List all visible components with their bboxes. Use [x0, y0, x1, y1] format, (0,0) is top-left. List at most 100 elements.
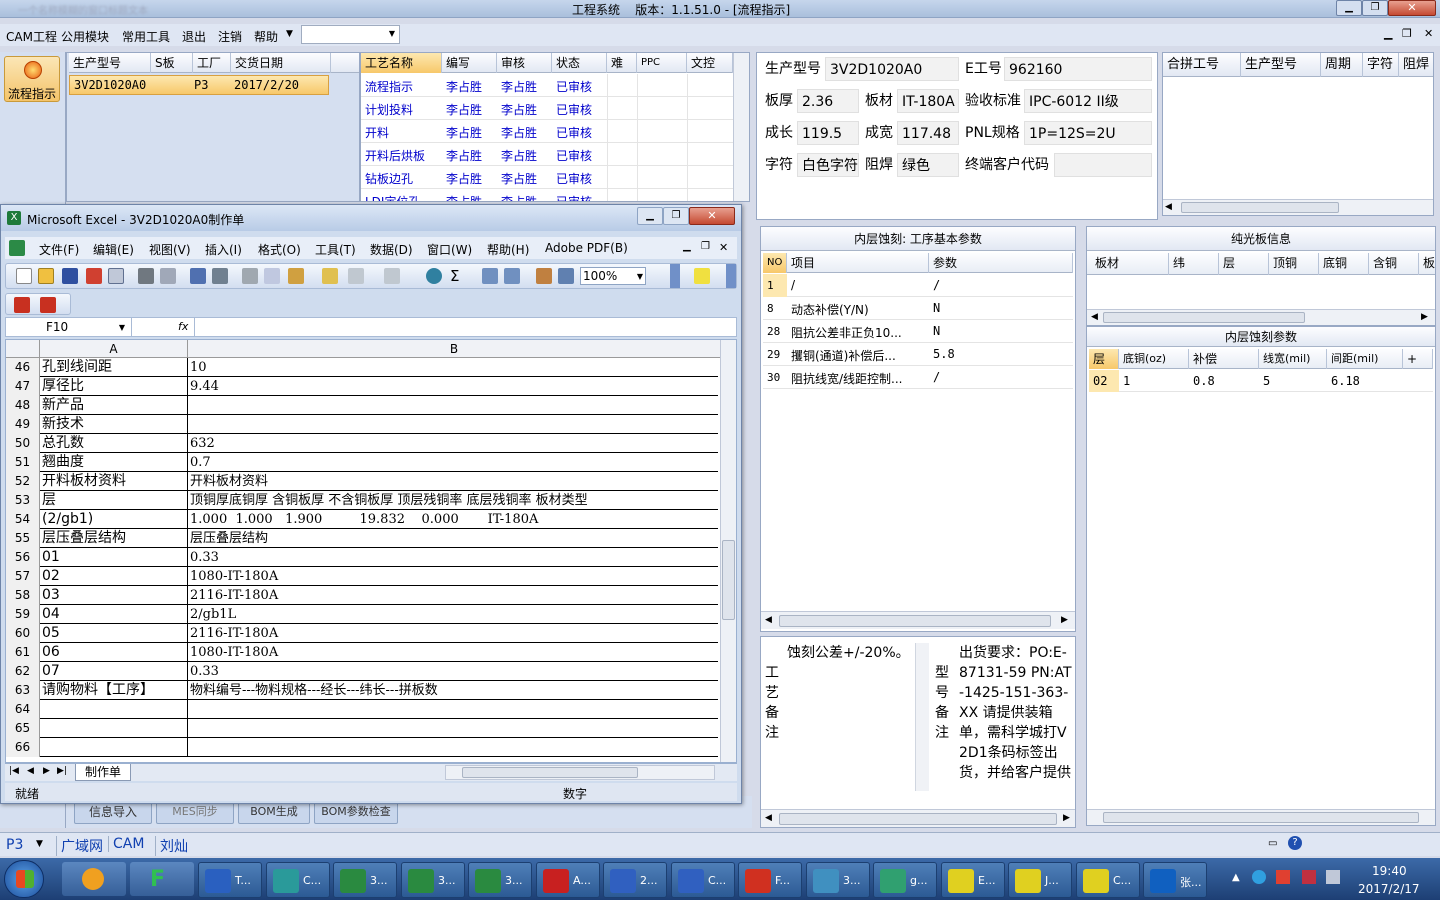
sheet-row[interactable]: 51 翘曲度 0.7: [6, 453, 718, 472]
cut-icon[interactable]: [242, 268, 258, 284]
col-with-copper[interactable]: 含铜: [1369, 253, 1419, 275]
col-process-name[interactable]: 工艺名称: [361, 53, 442, 73]
inner-etch-row[interactable]: 02 1 0.8 5 6.18: [1089, 370, 1433, 392]
excel-menu-edit[interactable]: 编辑(E): [93, 241, 134, 258]
open-icon[interactable]: [38, 268, 54, 284]
cell-b[interactable]: 2116-IT-180A: [188, 624, 718, 643]
toolbar-options-button[interactable]: [670, 264, 680, 288]
row-number[interactable]: 50: [6, 434, 40, 453]
col-top-copper[interactable]: 顶铜: [1269, 253, 1319, 275]
cell-a[interactable]: 层压叠层结构: [40, 529, 188, 548]
taskbar-button[interactable]: C...: [1076, 862, 1140, 898]
chart-wizard-icon[interactable]: [536, 268, 552, 284]
process-notes-text[interactable]: 蚀刻公差+/-20%。: [787, 643, 927, 791]
cell-a[interactable]: 04: [40, 605, 188, 624]
cell-a[interactable]: [40, 700, 188, 719]
row-number[interactable]: 59: [6, 605, 40, 624]
save-icon[interactable]: [62, 268, 78, 284]
excel-close-button[interactable]: ✕: [689, 207, 735, 225]
scroll-right-icon[interactable]: ▶: [1421, 312, 1428, 322]
row-number[interactable]: 58: [6, 586, 40, 605]
length-field[interactable]: 119.5: [797, 121, 859, 145]
sheet-row[interactable]: 50 总孔数 632: [6, 434, 718, 453]
col-layer[interactable]: 层: [1089, 349, 1119, 369]
col-param[interactable]: 参数: [929, 253, 1073, 273]
sort-descending-icon[interactable]: [504, 268, 520, 284]
cell-a[interactable]: 06: [40, 643, 188, 662]
scroll-left-icon[interactable]: ◀: [1165, 202, 1172, 212]
col-merge-cycle[interactable]: 周期: [1321, 53, 1363, 77]
menu-help[interactable]: 帮助: [254, 28, 278, 45]
permission-icon[interactable]: [86, 268, 102, 284]
row-number[interactable]: 48: [6, 396, 40, 415]
cell-a[interactable]: 总孔数: [40, 434, 188, 453]
merge-h-scrollbar[interactable]: ◀: [1163, 199, 1433, 215]
thickness-field[interactable]: 2.36: [797, 89, 859, 113]
client-code-field[interactable]: [1054, 153, 1152, 177]
sheet-row[interactable]: 46 孔到线间距 10: [6, 358, 718, 377]
cell-a[interactable]: 新技术: [40, 415, 188, 434]
mdi-restore-icon[interactable]: ❐: [1402, 27, 1412, 40]
taskbar-button[interactable]: 3...: [401, 862, 465, 898]
cell-a[interactable]: 厚径比: [40, 377, 188, 396]
research-icon[interactable]: [212, 268, 228, 284]
cell-b[interactable]: 顶铜厚底铜厚 含铜板厚 不含铜板厚 顶层残铜率 底层残铜率 板材类型: [188, 491, 718, 510]
excel-minimize-button[interactable]: ▁: [637, 207, 663, 225]
tray-app-icon[interactable]: [1252, 870, 1266, 884]
taskbar-button[interactable]: 3...: [468, 862, 532, 898]
col-merge-mask[interactable]: 阻焊: [1399, 53, 1433, 77]
col-compensation[interactable]: 补偿: [1189, 349, 1259, 369]
toolbar-options-button-2[interactable]: [726, 264, 736, 288]
scroll-left-icon[interactable]: ◀: [765, 615, 772, 625]
excel-menu-file[interactable]: 文件(F): [39, 241, 79, 258]
row-number[interactable]: 55: [6, 529, 40, 548]
cell-a[interactable]: [40, 719, 188, 738]
process-row[interactable]: LDI定位孔 李占胜 李占胜 已审核: [361, 189, 733, 201]
email-icon[interactable]: [108, 268, 124, 284]
row-number[interactable]: 61: [6, 643, 40, 662]
copy-icon[interactable]: [264, 268, 280, 284]
format-painter-icon[interactable]: [322, 268, 338, 284]
col-difficulty[interactable]: 难: [607, 53, 637, 73]
cell-a[interactable]: 开料板材资料: [40, 472, 188, 491]
bare-board-h-scrollbar[interactable]: ◀ ▶: [1087, 309, 1435, 325]
sheet-row[interactable]: 56 01 0.33: [6, 548, 718, 567]
cell-b[interactable]: 0.33: [188, 662, 718, 681]
process-row[interactable]: 开料后烘板 李占胜 李占胜 已审核: [361, 143, 733, 166]
col-item[interactable]: 项目: [787, 253, 929, 273]
taskbar-button[interactable]: F...: [738, 862, 802, 898]
cell-b[interactable]: [188, 415, 718, 434]
menu-cam[interactable]: CAM工程: [6, 28, 57, 45]
row-number[interactable]: 49: [6, 415, 40, 434]
inner-etch-h-scrollbar[interactable]: [1087, 809, 1435, 825]
etch-row[interactable]: 29 攫铜(通道)补偿后... 5.8: [763, 343, 1073, 366]
excel-menu-data[interactable]: 数据(D): [370, 241, 413, 258]
process-row[interactable]: 钻板边孔 李占胜 李占胜 已审核: [361, 166, 733, 189]
cell-b[interactable]: 0.7: [188, 453, 718, 472]
row-number[interactable]: 63: [6, 681, 40, 700]
taskbar-button[interactable]: g...: [873, 862, 937, 898]
sheet-row[interactable]: 62 07 0.33: [6, 662, 718, 681]
add-column-button[interactable]: +: [1403, 349, 1433, 369]
cell-a[interactable]: 05: [40, 624, 188, 643]
etch-row[interactable]: 30 阻抗线宽/线距控制... /: [763, 366, 1073, 389]
col-prod-no[interactable]: 生产型号: [69, 53, 151, 73]
mask-field[interactable]: 绿色: [897, 153, 959, 177]
tray-network-icon[interactable]: [1302, 870, 1316, 884]
col-merge-no[interactable]: 合拼工号: [1163, 53, 1241, 77]
prod-no-field[interactable]: 3V2D1020A0: [825, 57, 959, 81]
col-status[interactable]: 状态: [552, 53, 607, 73]
sort-ascending-icon[interactable]: [482, 268, 498, 284]
process-scrollbar[interactable]: [733, 53, 749, 201]
etch-row[interactable]: 8 动态补偿(Y/N) N: [763, 297, 1073, 320]
sheet-row[interactable]: 60 05 2116-IT-180A: [6, 624, 718, 643]
sheet-row[interactable]: 65: [6, 719, 718, 738]
print-preview-icon[interactable]: [160, 268, 176, 284]
cell-b[interactable]: [188, 738, 718, 757]
factory-select[interactable]: P3: [6, 837, 23, 853]
sheet-row[interactable]: 47 厚径比 9.44: [6, 377, 718, 396]
mdi-close-icon[interactable]: ✕: [719, 241, 728, 254]
undo-icon[interactable]: [348, 268, 364, 284]
excel-menu-window[interactable]: 窗口(W): [427, 241, 472, 258]
cell-b[interactable]: [188, 396, 718, 415]
